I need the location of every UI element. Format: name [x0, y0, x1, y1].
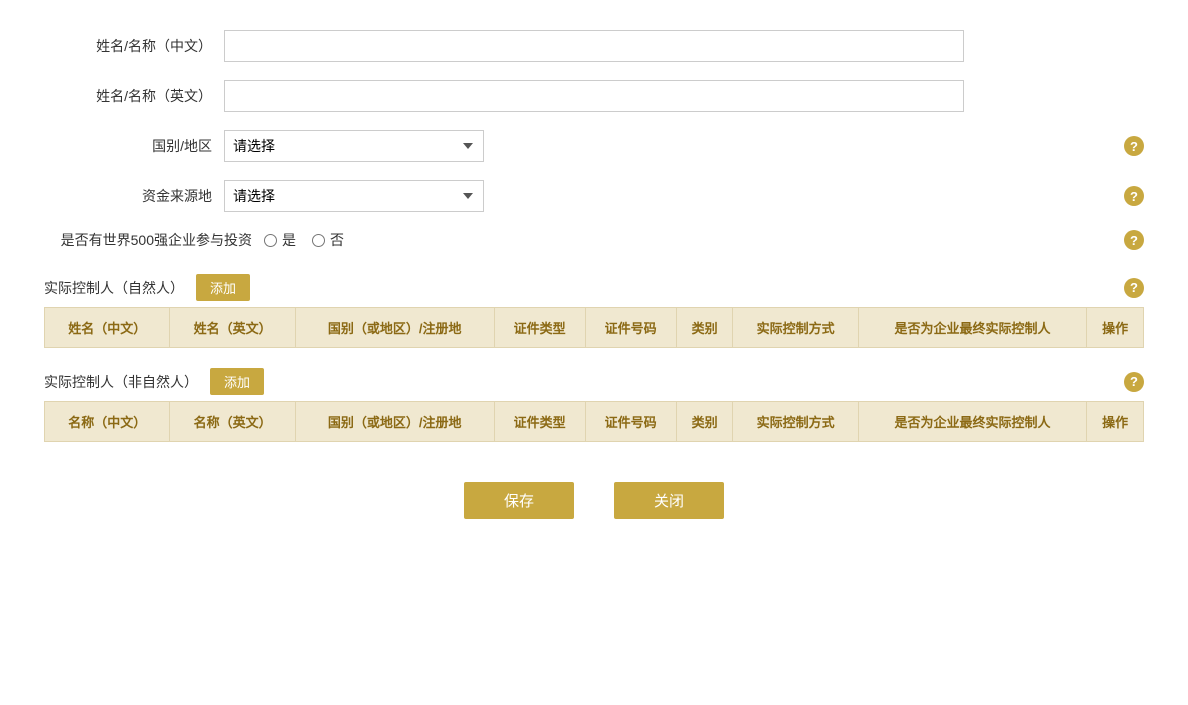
name-en-label: 姓名/名称（英文） [44, 86, 224, 106]
country-select[interactable]: 请选择 [224, 130, 484, 162]
col-is-ultimate: 是否为企业最终实际控制人 [858, 308, 1086, 348]
country-label: 国别/地区 [44, 136, 224, 156]
fortune500-yes-option[interactable]: 是 [264, 230, 296, 250]
fortune500-label: 是否有世界500强企业参与投资 [44, 230, 264, 250]
country-row: 国别/地区 请选择 ? [44, 130, 1144, 162]
col-name-cn: 姓名（中文） [45, 308, 170, 348]
col2-is-ultimate: 是否为企业最终实际控制人 [858, 402, 1086, 442]
close-button[interactable]: 关闭 [614, 482, 724, 519]
name-cn-label: 姓名/名称（中文） [44, 36, 224, 56]
non-natural-person-table: 名称（中文） 名称（英文） 国别（或地区）/注册地 证件类型 证件号码 类别 实… [44, 401, 1144, 442]
fortune500-help-icon[interactable]: ? [1124, 230, 1144, 250]
fortune500-no-radio[interactable] [312, 234, 325, 247]
natural-person-title: 实际控制人（自然人） [44, 278, 184, 298]
non-natural-person-header: 实际控制人（非自然人） 添加 ? [44, 368, 1144, 395]
col2-category: 类别 [676, 402, 733, 442]
col2-name-en: 名称（英文） [170, 402, 295, 442]
col2-control-method: 实际控制方式 [733, 402, 858, 442]
col-country: 国别（或地区）/注册地 [295, 308, 494, 348]
natural-person-table: 姓名（中文） 姓名（英文） 国别（或地区）/注册地 证件类型 证件号码 类别 实… [44, 307, 1144, 348]
col-name-en: 姓名（英文） [170, 308, 295, 348]
fortune500-yes-label: 是 [282, 230, 296, 250]
col2-country: 国别（或地区）/注册地 [295, 402, 494, 442]
fortune500-row: 是否有世界500强企业参与投资 是 否 ? [44, 230, 1144, 250]
col-cert-type: 证件类型 [494, 308, 585, 348]
name-cn-row: 姓名/名称（中文） [44, 30, 1144, 62]
natural-person-add-button[interactable]: 添加 [196, 274, 250, 301]
fund-source-row: 资金来源地 请选择 ? [44, 180, 1144, 212]
fund-source-label: 资金来源地 [44, 186, 224, 206]
col-control-method: 实际控制方式 [733, 308, 858, 348]
natural-person-header: 实际控制人（自然人） 添加 ? [44, 274, 1144, 301]
col2-cert-type: 证件类型 [494, 402, 585, 442]
fortune500-yes-radio[interactable] [264, 234, 277, 247]
country-help-icon[interactable]: ? [1124, 136, 1144, 156]
non-natural-person-add-button[interactable]: 添加 [210, 368, 264, 395]
non-natural-person-table-header-row: 名称（中文） 名称（英文） 国别（或地区）/注册地 证件类型 证件号码 类别 实… [45, 402, 1144, 442]
col-category: 类别 [676, 308, 733, 348]
fortune500-radio-group: 是 否 [264, 230, 344, 250]
fund-source-help-icon[interactable]: ? [1124, 186, 1144, 206]
fortune500-no-label: 否 [330, 230, 344, 250]
non-natural-person-section: 实际控制人（非自然人） 添加 ? 名称（中文） 名称（英文） 国别（或地区）/注… [44, 368, 1144, 442]
bottom-buttons: 保存 关闭 [44, 482, 1144, 519]
save-button[interactable]: 保存 [464, 482, 574, 519]
non-natural-person-title: 实际控制人（非自然人） [44, 372, 198, 392]
natural-person-help-icon[interactable]: ? [1124, 278, 1144, 298]
col2-cert-no: 证件号码 [585, 402, 676, 442]
name-cn-input[interactable] [224, 30, 964, 62]
col2-name-cn: 名称（中文） [45, 402, 170, 442]
natural-person-table-header-row: 姓名（中文） 姓名（英文） 国别（或地区）/注册地 证件类型 证件号码 类别 实… [45, 308, 1144, 348]
col-action: 操作 [1087, 308, 1144, 348]
col-cert-no: 证件号码 [585, 308, 676, 348]
fund-source-select[interactable]: 请选择 [224, 180, 484, 212]
non-natural-person-help-icon[interactable]: ? [1124, 372, 1144, 392]
col2-action: 操作 [1087, 402, 1144, 442]
fortune500-no-option[interactable]: 否 [312, 230, 344, 250]
main-container: 姓名/名称（中文） 姓名/名称（英文） 国别/地区 请选择 ? 资金来源地 请选… [44, 30, 1144, 519]
name-en-input[interactable] [224, 80, 964, 112]
natural-person-section: 实际控制人（自然人） 添加 ? 姓名（中文） 姓名（英文） 国别（或地区）/注册… [44, 274, 1144, 348]
name-en-row: 姓名/名称（英文） [44, 80, 1144, 112]
